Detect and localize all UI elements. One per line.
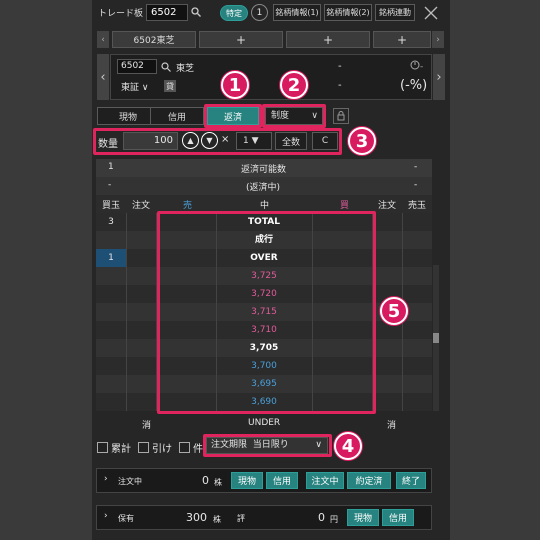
tab-next-arrow[interactable]: ›: [432, 31, 444, 48]
orders-count: 0: [202, 474, 209, 487]
stock-name: 東芝: [176, 64, 195, 74]
column-divider: [402, 213, 403, 231]
scroll-thumb[interactable]: [433, 333, 439, 343]
holdings-spot-button[interactable]: 現物: [347, 509, 379, 526]
stock-info-2-button[interactable]: 銘柄情報(2): [324, 4, 372, 21]
change-value: -: [338, 80, 342, 91]
holdings-unit: 株: [213, 515, 221, 524]
window-title: トレード板: [98, 9, 144, 19]
column-divider: [126, 393, 127, 411]
annotation-2: 2: [280, 71, 308, 99]
column-divider: [126, 321, 127, 339]
holdings-label: 保有: [118, 514, 134, 523]
dash-small: -: [420, 62, 424, 72]
quote-next-arrow[interactable]: ›: [433, 54, 445, 100]
orders-margin-button[interactable]: 信用: [266, 472, 298, 489]
code-input[interactable]: 6502: [146, 4, 188, 21]
filters-row: 累計 引け 件数: [97, 440, 213, 455]
margin-button[interactable]: 信用: [150, 107, 204, 125]
clock-icon: [410, 60, 420, 70]
holdings-eval-label: 評: [237, 514, 245, 523]
highlight-price-column: [157, 211, 376, 414]
column-divider: [402, 357, 403, 375]
column-divider: [402, 375, 403, 393]
lock-icon[interactable]: [333, 108, 349, 124]
annotation-1: 1: [221, 71, 249, 99]
column-divider: [402, 339, 403, 357]
holdings-eval-value: 0: [318, 511, 325, 524]
annotation-5: 5: [380, 297, 408, 325]
column-divider: [402, 267, 403, 285]
summary-row-1: 1 返済可能数 -: [96, 159, 432, 177]
close-icon[interactable]: [424, 6, 438, 20]
tab-add-1[interactable]: +: [199, 31, 283, 48]
quote-code-input[interactable]: 6502: [117, 59, 157, 74]
price-value: -: [338, 61, 342, 72]
buy-position-cell[interactable]: [96, 267, 126, 285]
quote-area: [110, 54, 432, 100]
count-checkbox[interactable]: [179, 442, 190, 453]
buy-position-cell[interactable]: [96, 357, 126, 375]
holdings-eval-unit: 円: [330, 515, 338, 524]
highlight-system-select: [262, 104, 326, 128]
holdings-expand[interactable]: ›: [104, 511, 108, 521]
column-divider: [402, 321, 403, 339]
column-divider: [126, 231, 127, 249]
orders-finished-button[interactable]: 終了: [396, 472, 426, 489]
tab-6502[interactable]: 6502東芝: [112, 31, 196, 48]
buy-position-cell[interactable]: [96, 375, 126, 393]
column-divider: [126, 285, 127, 303]
column-divider: [126, 267, 127, 285]
tab-prev-arrow[interactable]: ‹: [97, 31, 109, 48]
stock-info-1-button[interactable]: 銘柄情報(1): [273, 4, 321, 21]
loan-badge: 貸: [164, 80, 176, 92]
column-divider: [126, 303, 127, 321]
change-pct: (-%): [400, 78, 428, 93]
board-under-row: 消 UNDER 消: [96, 415, 432, 433]
column-divider: [126, 357, 127, 375]
buy-position-cell[interactable]: [96, 321, 126, 339]
holdings-count: 300: [186, 511, 207, 524]
column-divider: [126, 249, 127, 267]
orders-label: 注文中: [118, 477, 142, 486]
column-divider: [126, 339, 127, 357]
column-divider: [126, 375, 127, 393]
search-icon[interactable]: [191, 7, 201, 17]
buy-position-cell[interactable]: [96, 285, 126, 303]
quote-search-icon[interactable]: [161, 62, 171, 72]
stock-link-button[interactable]: 銘柄連動: [375, 4, 415, 21]
highlight-close-button: [204, 104, 262, 128]
highlight-expiry-select: [203, 434, 332, 457]
column-divider: [402, 249, 403, 267]
count-badge: 1: [251, 4, 268, 21]
orders-pending-button[interactable]: 注文中: [306, 472, 344, 489]
tab-add-2[interactable]: +: [286, 31, 370, 48]
market-select[interactable]: 東証 ∨: [121, 80, 148, 93]
buy-position-cell[interactable]: 1: [96, 249, 126, 267]
holdings-margin-button[interactable]: 信用: [382, 509, 414, 526]
cumulative-checkbox[interactable]: [97, 442, 108, 453]
highlight-qty-row: [93, 128, 342, 155]
column-divider: [402, 231, 403, 249]
annotation-3: 3: [348, 127, 376, 155]
orders-spot-button[interactable]: 現物: [231, 472, 263, 489]
quote-prev-arrow[interactable]: ‹: [97, 54, 109, 100]
tag-tokutei[interactable]: 特定: [220, 5, 248, 21]
buy-position-cell[interactable]: [96, 339, 126, 357]
annotation-4: 4: [334, 432, 362, 460]
buy-position-cell[interactable]: [96, 393, 126, 411]
column-divider: [402, 393, 403, 411]
buy-position-cell[interactable]: [96, 303, 126, 321]
closing-checkbox[interactable]: [138, 442, 149, 453]
buy-position-cell[interactable]: [96, 231, 126, 249]
orders-unit: 株: [214, 478, 222, 487]
orders-expand[interactable]: ›: [104, 474, 108, 484]
buy-position-cell[interactable]: 3: [96, 213, 126, 231]
tab-add-3[interactable]: +: [373, 31, 431, 48]
summary-row-2: - (返済中) -: [96, 177, 432, 195]
column-divider: [126, 213, 127, 231]
orders-executed-button[interactable]: 約定済: [347, 472, 391, 489]
